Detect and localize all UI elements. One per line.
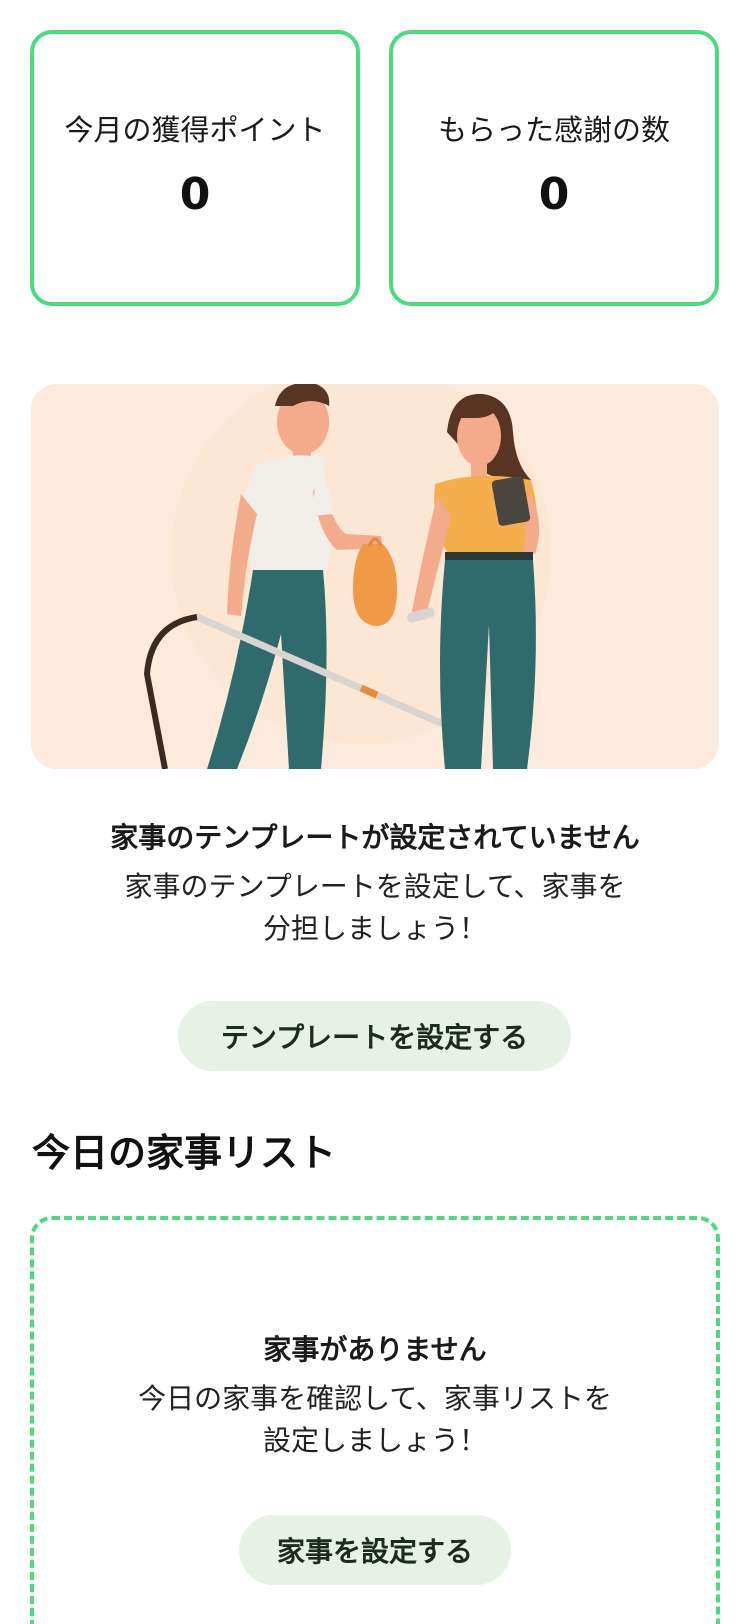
set-chores-button[interactable]: 家事を設定する bbox=[239, 1515, 511, 1585]
template-empty-desc-line1: 家事のテンプレートを設定して、家事を bbox=[124, 870, 626, 903]
set-template-button[interactable]: テンプレートを設定する bbox=[178, 1001, 571, 1071]
today-chores-empty-title: 家事がありません bbox=[263, 1333, 487, 1366]
today-chores-desc-line2: 設定しましょう！ bbox=[262, 1424, 487, 1457]
thanks-count-value: 0 bbox=[538, 168, 570, 220]
template-empty-description: 家事のテンプレートを設定して、家事を 分担しましょう！ bbox=[0, 866, 750, 950]
thanks-count-card: もらった感謝の数 0 bbox=[389, 30, 719, 306]
today-chores-desc-line1: 今日の家事を確認して、家事リストを bbox=[138, 1382, 612, 1415]
today-chores-empty-description: 今日の家事を確認して、家事リストを 設定しましょう！ bbox=[0, 1378, 750, 1462]
template-empty-desc-line2: 分担しましょう！ bbox=[262, 912, 487, 945]
today-chores-empty-state: 家事がありません 今日の家事を確認して、家事リストを 設定しましょう！ bbox=[0, 1330, 750, 1462]
thanks-count-label: もらった感謝の数 bbox=[437, 112, 670, 147]
template-empty-state: 家事のテンプレートが設定されていません 家事のテンプレートを設定して、家事を 分… bbox=[0, 818, 750, 950]
couple-chores-illustration bbox=[31, 384, 719, 769]
template-empty-title: 家事のテンプレートが設定されていません bbox=[110, 821, 640, 854]
today-chores-section-title: 今日の家事リスト bbox=[32, 1131, 337, 1175]
monthly-points-value: 0 bbox=[179, 168, 211, 220]
monthly-points-card: 今月の獲得ポイント 0 bbox=[30, 30, 360, 306]
monthly-points-label: 今月の獲得ポイント bbox=[64, 112, 326, 147]
